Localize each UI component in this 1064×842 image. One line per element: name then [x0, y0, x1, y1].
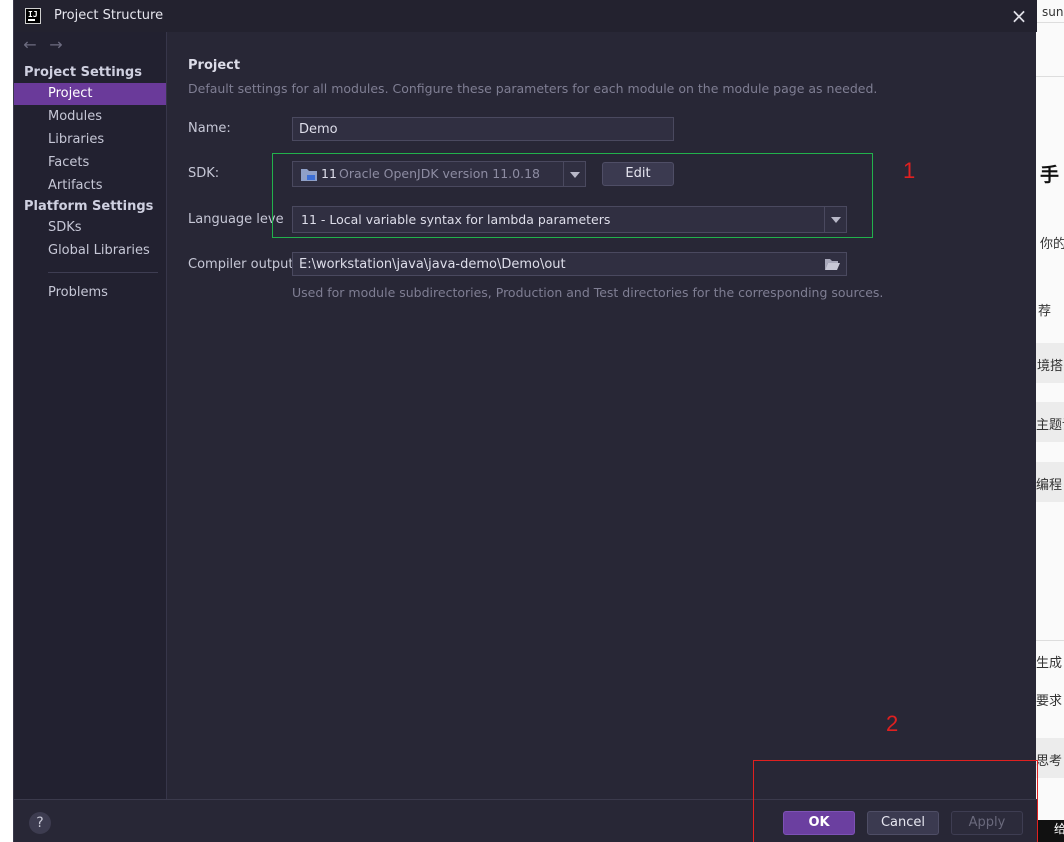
background-divider — [1036, 76, 1064, 77]
background-text: 思考 — [1036, 754, 1063, 769]
folder-open-icon[interactable] — [825, 258, 840, 270]
window-title: Project Structure — [54, 8, 164, 23]
project-settings-panel: Project Default settings for all modules… — [168, 32, 1037, 799]
background-text: 境搭 — [1037, 359, 1064, 374]
background-text: 主题设 — [1036, 418, 1064, 433]
sidebar-item-artifacts[interactable]: Artifacts — [14, 175, 166, 197]
name-input[interactable] — [292, 117, 674, 141]
sidebar-item-modules[interactable]: Modules — [14, 106, 166, 128]
background-text: 生成 — [1036, 656, 1063, 671]
background-text: 要求 — [1036, 694, 1063, 709]
compiler-output-label: Compiler output: — [188, 257, 298, 272]
sidebar-item-libraries[interactable]: Libraries — [14, 129, 166, 151]
compiler-output-input[interactable] — [292, 252, 847, 276]
background-window: sun 手 你的 荐 境搭 主题设 编程 生成 要求 思考 给 — [1036, 0, 1064, 842]
compiler-output-hint: Used for module subdirectories, Producti… — [292, 285, 884, 300]
forward-arrow-icon[interactable]: → — [46, 35, 66, 55]
sidebar-item-facets[interactable]: Facets — [14, 152, 166, 174]
sidebar-divider — [48, 272, 158, 273]
sidebar-item-problems[interactable]: Problems — [14, 282, 166, 304]
language-level-label: Language leve — [188, 212, 284, 227]
background-text: sun — [1042, 5, 1064, 19]
sidebar-item-sdks[interactable]: SDKs — [14, 217, 166, 239]
annotation-label-2: 2 — [886, 711, 899, 736]
sidebar-item-project[interactable]: Project — [14, 83, 166, 105]
page-description: Default settings for all modules. Config… — [188, 81, 878, 96]
background-divider — [1036, 640, 1064, 641]
project-structure-dialog: IJ Project Structure × ← → Project Setti… — [13, 0, 1037, 842]
background-text: 荐 — [1038, 304, 1052, 319]
background-footer: 给 — [1036, 820, 1064, 842]
background-heading: 手 — [1040, 164, 1060, 186]
page-title: Project — [188, 58, 241, 73]
close-button[interactable]: × — [1007, 4, 1031, 28]
back-arrow-icon[interactable]: ← — [20, 35, 40, 55]
help-button[interactable]: ? — [29, 812, 51, 834]
intellij-logo-icon: IJ — [25, 8, 41, 24]
close-icon: × — [1010, 4, 1028, 28]
project-settings-header: Project Settings — [24, 65, 142, 80]
sidebar: ← → Project Settings Project Modules Lib… — [14, 32, 167, 799]
name-label: Name: — [188, 121, 231, 136]
sidebar-item-global-libraries[interactable]: Global Libraries — [14, 240, 166, 262]
sdk-label: SDK: — [188, 166, 220, 181]
title-bar: IJ Project Structure × — [14, 0, 1037, 32]
annotation-box-green — [272, 153, 873, 238]
annotation-box-red — [753, 760, 1038, 842]
annotation-label-1: 1 — [903, 158, 916, 183]
background-divider — [1036, 22, 1064, 23]
platform-settings-header: Platform Settings — [24, 199, 154, 214]
background-text: 你的 — [1040, 237, 1064, 252]
background-text: 编程 — [1036, 478, 1063, 493]
help-icon: ? — [36, 815, 44, 831]
